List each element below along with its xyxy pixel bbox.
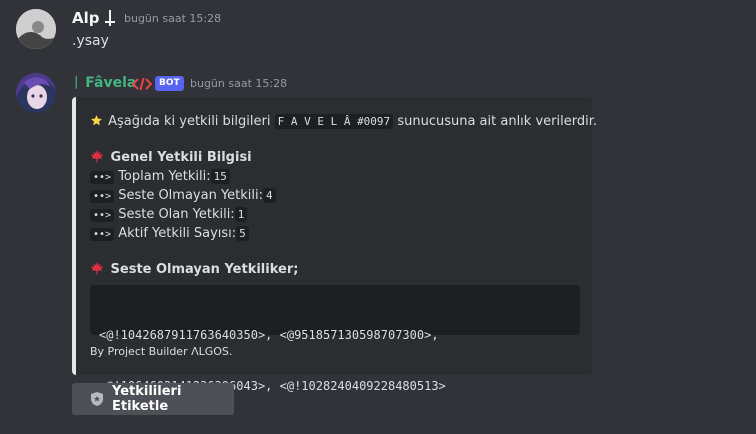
list-item: ••> Toplam Yetkili: 15 [90, 167, 276, 186]
avatar-favela[interactable] [16, 73, 56, 113]
arrow-bullet: ••> [90, 190, 115, 203]
embed-footer: By Project Builder ΛLGOS. [90, 345, 233, 358]
absent-section-title: Seste Olmayan Yetkiliker; [90, 260, 298, 281]
arrow-bullet: ••> [90, 209, 115, 222]
code-icon [131, 76, 153, 91]
stat-label: Aktif Yetkili Sayısı: [118, 226, 237, 241]
arrow-bullet: ••> [90, 171, 115, 184]
avatar-alp[interactable] [16, 9, 56, 49]
intro-suffix: sunucusuna ait anlık verilerdir. [397, 114, 597, 129]
general-title-text: Genel Yetkili Bilgisi [110, 150, 252, 165]
message-timestamp: bugün saat 15:28 [124, 12, 222, 25]
stat-value: 5 [236, 226, 249, 241]
list-item: ••> Seste Olmayan Yetkili: 4 [90, 186, 276, 205]
stats-list: ••> Toplam Yetkili: 15 ••> Seste Olmayan … [90, 167, 276, 243]
shield-icon [90, 391, 104, 407]
star-icon [90, 114, 104, 133]
bot-author-name[interactable]: ᛁ Fâvela [72, 73, 136, 93]
tag-staff-button[interactable]: Yetkilileri Etiketle [72, 383, 234, 415]
list-item: ••> Aktif Yetkili Sayısı: 5 [90, 224, 276, 243]
intro-prefix: Aşağıda ki yetkili bilgileri [108, 114, 271, 129]
embed: Aşağıda ki yetkili bilgileri F A V E L Â… [72, 97, 597, 393]
stat-label: Seste Olan Yetkili: [118, 207, 235, 222]
stat-label: Seste Olmayan Yetkili: [118, 188, 264, 203]
code-block[interactable]: <@!1042687911763640350>, <@9518571305987… [90, 285, 580, 393]
list-item: ••> Seste Olan Yetkili: 1 [90, 205, 276, 224]
general-section-title: Genel Yetkili Bilgisi [90, 148, 252, 169]
stat-value: 4 [263, 188, 276, 203]
button-label: Yetkilileri Etiketle [112, 384, 182, 414]
bot-message-timestamp: bugün saat 15:28 [190, 77, 288, 90]
message-content: .ysay [72, 33, 109, 49]
maple-leaf-icon [90, 149, 106, 169]
stat-value: 1 [234, 207, 248, 222]
server-name: F A V E L Â #0097 [274, 114, 394, 129]
stat-value: 15 [210, 169, 230, 184]
arrow-bullet: ••> [90, 228, 115, 241]
author-name[interactable]: Alp [72, 8, 100, 28]
absent-title-text: Seste Olmayan Yetkiliker; [110, 262, 299, 277]
dagger-icon [103, 8, 117, 28]
bot-badge: BOT [155, 76, 184, 91]
maple-leaf-icon [90, 261, 106, 281]
stat-label: Toplam Yetkili: [118, 169, 211, 184]
code-line: <@!1042687911763640350>, <@9518571305987… [99, 328, 439, 342]
embed-intro: Aşağıda ki yetkili bilgileri F A V E L Â… [90, 112, 597, 133]
